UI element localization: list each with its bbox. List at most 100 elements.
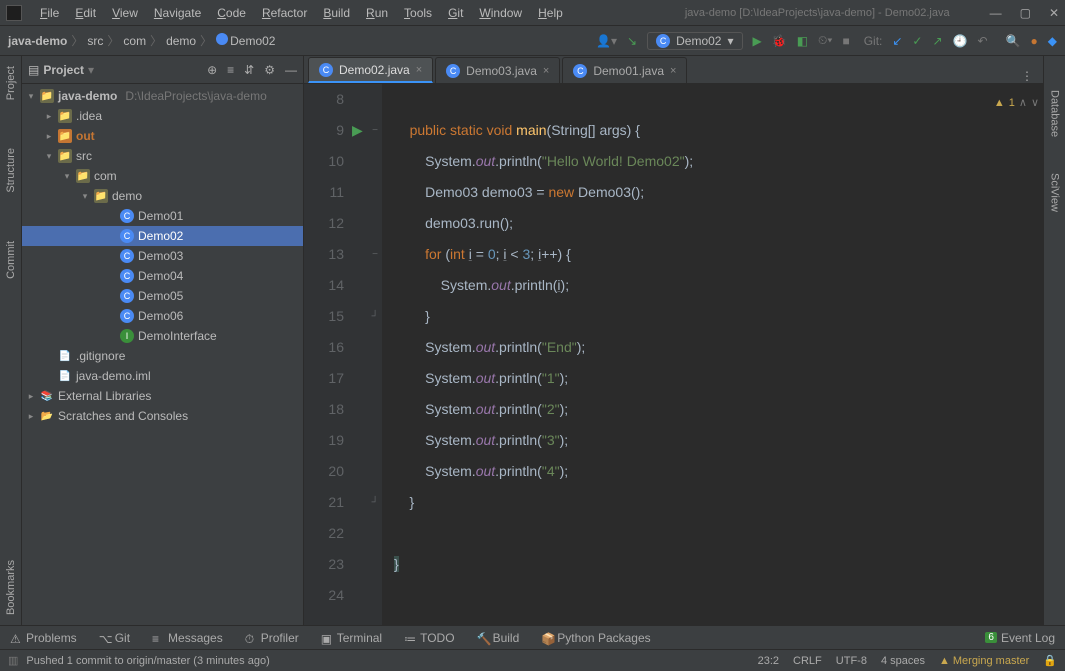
menu-git[interactable]: Git xyxy=(442,4,469,22)
tab-demo02-java[interactable]: CDemo02.java× xyxy=(308,57,433,83)
git-update-icon[interactable]: ↙ xyxy=(892,34,902,48)
inspection-widget[interactable]: ▲ 1 ∧ ∨ xyxy=(994,88,1039,119)
tree-item--span-class-outlbl-out-span-[interactable]: ▸📁out xyxy=(22,126,303,146)
tree-item-external-libraries[interactable]: ▸📚External Libraries xyxy=(22,386,303,406)
bottom-tool-python-packages[interactable]: 📦Python Packages xyxy=(541,631,650,645)
crumb-java-demo[interactable]: java-demo xyxy=(8,34,67,48)
chevron-down-icon[interactable]: ▾ xyxy=(88,63,94,77)
bottom-tool-todo[interactable]: ≔TODO xyxy=(404,631,454,645)
menu-help[interactable]: Help xyxy=(532,4,569,22)
fold-gutter[interactable]: − − ┘ ┘ xyxy=(368,84,382,625)
menu-build[interactable]: Build xyxy=(317,4,356,22)
menu-view[interactable]: View xyxy=(106,4,144,22)
project-tree[interactable]: ▾📁java-demoD:\IdeaProjects\java-demo▸📁.i… xyxy=(22,84,303,625)
bottom-tool-git[interactable]: ⌥Git xyxy=(99,631,130,645)
maximize-icon[interactable]: ▢ xyxy=(1020,6,1031,20)
select-opened-file-icon[interactable]: ⊕ xyxy=(207,63,217,77)
tool-bookmarks[interactable]: Bookmarks xyxy=(3,556,19,619)
chevron-up-icon[interactable]: ∧ xyxy=(1019,88,1027,119)
right-tool-strip: Database SciView xyxy=(1043,56,1065,625)
tool-project[interactable]: Project xyxy=(3,62,19,104)
bottom-tool-terminal[interactable]: ▣Terminal xyxy=(321,631,382,645)
tree-item-demo03[interactable]: CDemo03 xyxy=(22,246,303,266)
avatar-icon[interactable]: ● xyxy=(1031,34,1038,48)
tree-item--gitignore[interactable]: 📄.gitignore xyxy=(22,346,303,366)
cursor-position[interactable]: 23:2 xyxy=(758,655,779,667)
lock-icon[interactable]: 🔒 xyxy=(1043,654,1057,667)
collapse-all-icon[interactable]: ⇵ xyxy=(244,63,254,77)
close-icon[interactable]: ✕ xyxy=(1049,6,1059,20)
indent-settings[interactable]: 4 spaces xyxy=(881,655,925,667)
tabs-more-icon[interactable]: ⋮ xyxy=(1011,69,1043,83)
crumb-com[interactable]: com xyxy=(123,34,146,48)
git-history-icon[interactable]: 🕘 xyxy=(953,34,968,48)
menu-file[interactable]: File xyxy=(34,4,65,22)
bottom-tool-messages[interactable]: ≡Messages xyxy=(152,631,223,645)
tab-demo01-java[interactable]: CDemo01.java× xyxy=(562,57,687,83)
bottom-tool-profiler[interactable]: ⏱Profiler xyxy=(245,631,299,645)
chevron-down-icon[interactable]: ∨ xyxy=(1031,88,1039,119)
line-separator[interactable]: CRLF xyxy=(793,655,822,667)
tool-database[interactable]: Database xyxy=(1047,86,1063,141)
tree-item--idea[interactable]: ▸📁.idea xyxy=(22,106,303,126)
user-icon[interactable]: 👤▾ xyxy=(596,34,617,48)
search-icon[interactable]: 🔍 xyxy=(1006,34,1021,48)
menu-refactor[interactable]: Refactor xyxy=(256,4,313,22)
tree-item-demo04[interactable]: CDemo04 xyxy=(22,266,303,286)
bottom-tool-build[interactable]: 🔨Build xyxy=(477,631,520,645)
hammer-icon[interactable]: ↘ xyxy=(627,34,637,48)
tree-item-demo05[interactable]: CDemo05 xyxy=(22,286,303,306)
close-tab-icon[interactable]: × xyxy=(543,65,549,77)
tree-item-src[interactable]: ▾📁src xyxy=(22,146,303,166)
tool-commit[interactable]: Commit xyxy=(3,237,19,283)
line-number-gutter[interactable]: 8 9 10 11 12 13 14 15 16 17 18 19 20 21 … xyxy=(304,84,352,625)
class-icon: C xyxy=(573,64,587,78)
tree-item-java-demo-iml[interactable]: 📄java-demo.iml xyxy=(22,366,303,386)
event-log[interactable]: 6Event Log xyxy=(985,631,1055,645)
menu-window[interactable]: Window xyxy=(473,4,528,22)
git-branch-widget[interactable]: ▲ Merging master xyxy=(939,655,1029,667)
stop-icon[interactable]: ■ xyxy=(842,34,849,48)
bottom-tool-problems[interactable]: ⚠Problems xyxy=(10,631,77,645)
run-config-selector[interactable]: C Demo02 ▾ xyxy=(647,32,742,50)
tree-item--b-java-demo-b-[interactable]: ▾📁java-demoD:\IdeaProjects\java-demo xyxy=(22,86,303,106)
close-tab-icon[interactable]: × xyxy=(416,64,422,76)
tree-item-demointerface[interactable]: IDemoInterface xyxy=(22,326,303,346)
minimize-icon[interactable]: — xyxy=(990,6,1002,20)
ide-features-icon[interactable]: ◆ xyxy=(1048,34,1057,48)
close-tab-icon[interactable]: × xyxy=(670,65,676,77)
tool-structure[interactable]: Structure xyxy=(3,144,19,197)
tree-item-demo06[interactable]: CDemo06 xyxy=(22,306,303,326)
run-gutter[interactable]: ▶ xyxy=(352,84,368,625)
tree-item-com[interactable]: ▾📁com xyxy=(22,166,303,186)
expand-all-icon[interactable]: ≡ xyxy=(227,63,234,77)
crumb-demo[interactable]: demo xyxy=(166,34,196,48)
tool-sciview[interactable]: SciView xyxy=(1047,169,1063,216)
git-push-icon[interactable]: ↗ xyxy=(932,34,942,48)
settings-icon[interactable]: ⚙ xyxy=(264,63,275,77)
coverage-icon[interactable]: ◧ xyxy=(797,34,808,48)
tool-window-icon[interactable]: ▥ xyxy=(8,654,18,667)
menu-navigate[interactable]: Navigate xyxy=(148,4,207,22)
menu-run[interactable]: Run xyxy=(360,4,394,22)
tree-item-demo02[interactable]: CDemo02 xyxy=(22,226,303,246)
tab-demo03-java[interactable]: CDemo03.java× xyxy=(435,57,560,83)
git-commit-icon[interactable]: ✓ xyxy=(912,34,922,48)
menu-code[interactable]: Code xyxy=(211,4,252,22)
tree-item-demo[interactable]: ▾📁demo xyxy=(22,186,303,206)
file-encoding[interactable]: UTF-8 xyxy=(836,655,867,667)
crumb-demo02[interactable]: Demo02 xyxy=(216,33,275,48)
run-icon[interactable]: ▶ xyxy=(753,34,762,48)
crumb-src[interactable]: src xyxy=(87,34,103,48)
code-area[interactable]: 8 9 10 11 12 13 14 15 16 17 18 19 20 21 … xyxy=(304,84,1043,625)
project-view-icon: ▤ xyxy=(28,63,39,77)
menu-tools[interactable]: Tools xyxy=(398,4,438,22)
undo-icon[interactable]: ↶ xyxy=(978,34,988,48)
profiler-icon[interactable]: ⏲▾ xyxy=(818,33,832,48)
tree-item-demo01[interactable]: CDemo01 xyxy=(22,206,303,226)
menu-edit[interactable]: Edit xyxy=(69,4,102,22)
tree-item-scratches-and-consoles[interactable]: ▸📂Scratches and Consoles xyxy=(22,406,303,426)
code-text[interactable]: public static void main(String[] args) {… xyxy=(382,84,1043,625)
hide-icon[interactable]: — xyxy=(285,63,297,77)
debug-icon[interactable]: 🐞 xyxy=(772,34,787,48)
